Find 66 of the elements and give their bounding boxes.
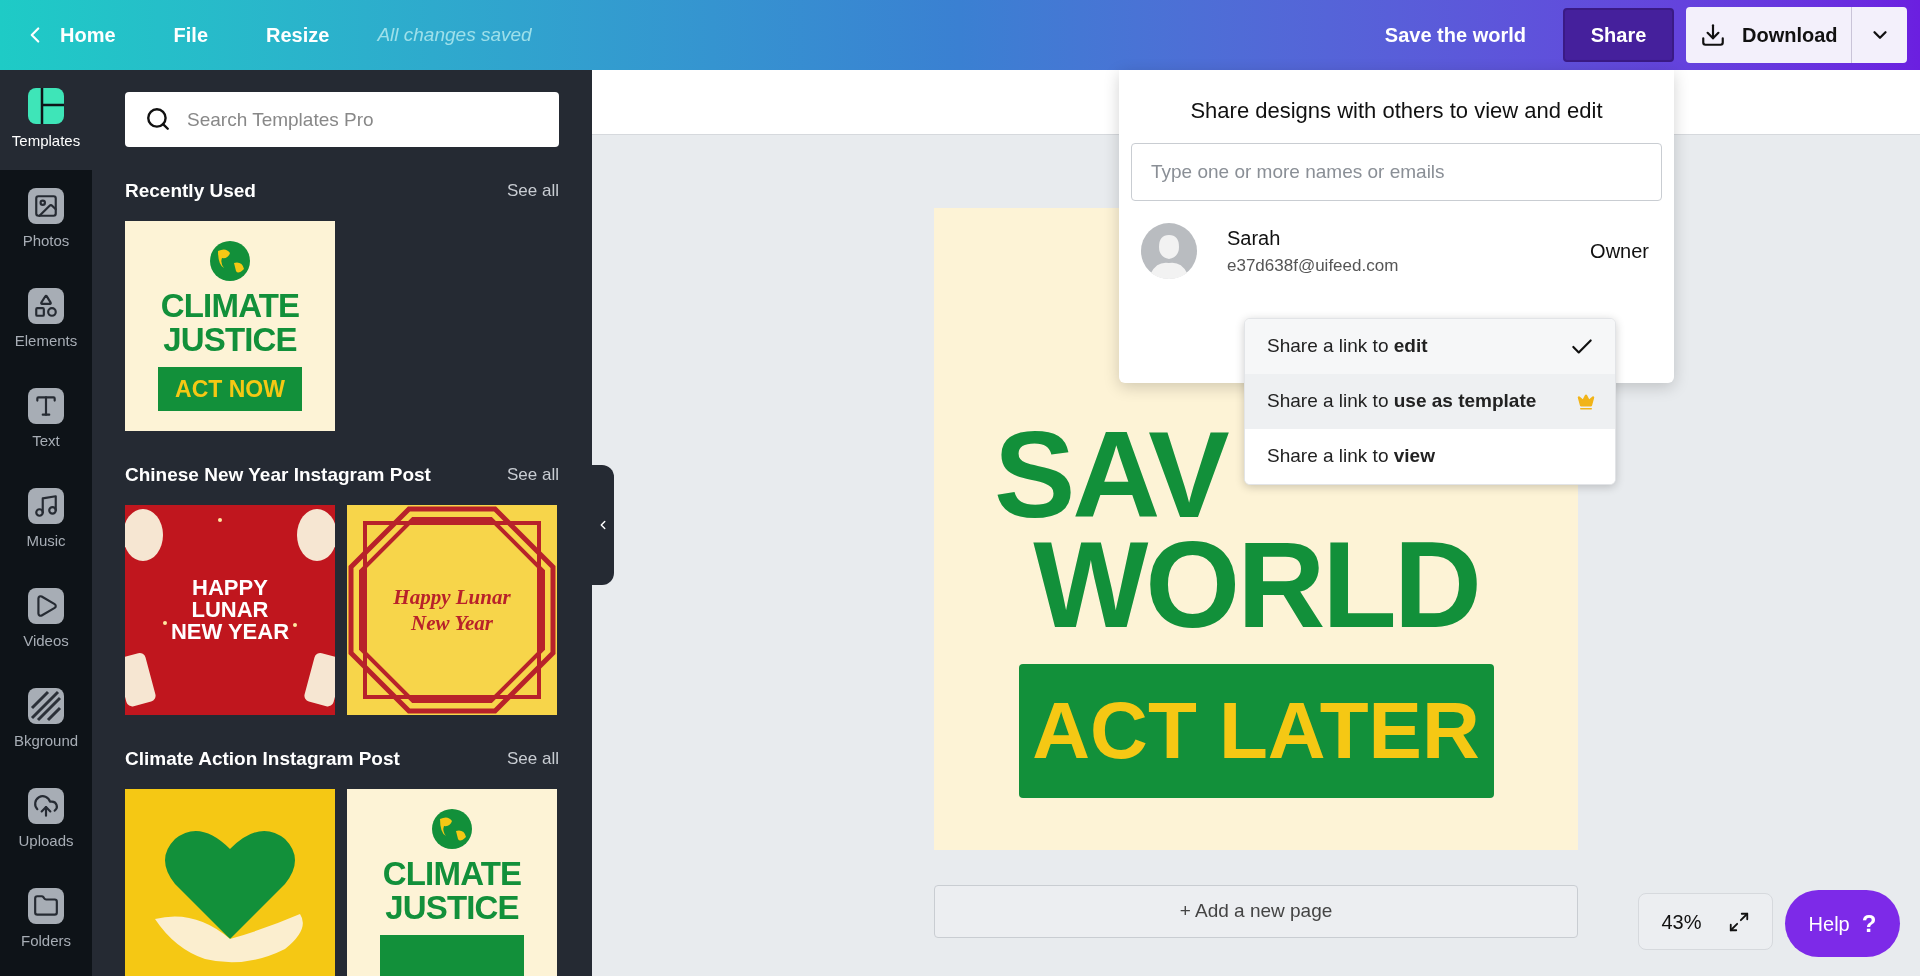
- template-headline: NEW YEAR: [170, 621, 290, 643]
- search-icon: [145, 106, 171, 132]
- section-title: Chinese New Year Instagram Post: [125, 462, 431, 487]
- rail-tab[interactable]: Folders: [0, 870, 92, 970]
- popup-heading: Share designs with others to view and edit: [1190, 97, 1603, 125]
- template-headline: Happy Lunar: [393, 584, 511, 610]
- rail-tab[interactable]: Music: [0, 470, 92, 570]
- download-button[interactable]: Download: [1686, 7, 1907, 63]
- text-icon: [28, 387, 64, 424]
- photo-icon: [28, 187, 64, 224]
- expand-icon: [1727, 910, 1750, 933]
- link-option[interactable]: Share a link to use as template: [1245, 374, 1615, 429]
- person-role: Owner: [1590, 239, 1649, 264]
- template-thumbnail[interactable]: [125, 789, 335, 976]
- section-title: Climate Action Instagram Post: [125, 746, 400, 771]
- see-all-link[interactable]: See all: [507, 746, 559, 772]
- see-all-link[interactable]: See all: [507, 462, 559, 488]
- download-icon: [1700, 22, 1726, 48]
- crown-icon: [1577, 392, 1595, 411]
- section-title: Recently Used: [125, 178, 256, 203]
- rail-tab[interactable]: Photos: [0, 170, 92, 270]
- template-headline: LUNAR: [191, 599, 269, 621]
- globe-icon: [210, 241, 250, 281]
- save-status: All changes saved: [377, 22, 532, 47]
- share-button[interactable]: Share: [1563, 8, 1674, 62]
- search-field[interactable]: Search Templates Pro: [125, 92, 559, 147]
- rail-tab[interactable]: Text: [0, 370, 92, 470]
- rail-tab[interactable]: Templates: [0, 70, 92, 170]
- template-headline: CLIMATE: [160, 289, 300, 323]
- design-banner: ACT LATER: [1018, 664, 1494, 798]
- template-banner: ACT NOW: [158, 367, 302, 411]
- design-title[interactable]: Save the world: [1384, 20, 1526, 50]
- rail-tab[interactable]: Elements: [0, 270, 92, 370]
- template-headline: JUSTICE: [163, 323, 297, 357]
- avatar-icon: [1141, 223, 1197, 279]
- play-icon: [28, 587, 64, 624]
- upload-icon: [28, 787, 64, 824]
- templates-icon: [28, 87, 64, 124]
- folder-icon: [28, 887, 64, 924]
- template-headline: JUSTICE: [385, 891, 519, 925]
- invite-field[interactable]: Type one or more names or emails: [1131, 143, 1662, 201]
- template-headline: HAPPY: [192, 577, 268, 599]
- rail-tab[interactable]: Videos: [0, 570, 92, 670]
- template-thumbnail[interactable]: CLIMATE JUSTICE ACT NOW: [125, 221, 335, 431]
- design-headline: WORLD: [1033, 530, 1479, 640]
- design-headline: SAV: [994, 420, 1227, 530]
- collapse-tab[interactable]: [592, 465, 614, 585]
- rail-tab[interactable]: Uploads: [0, 770, 92, 870]
- rail-tab[interactable]: Bkground: [0, 670, 92, 770]
- shapes-icon: [28, 287, 64, 324]
- add-page-button[interactable]: + Add a new page: [934, 885, 1578, 938]
- help-button[interactable]: Help ?: [1785, 890, 1900, 957]
- template-thumbnail[interactable]: Happy Lunar New Year: [347, 505, 557, 715]
- globe-icon: [432, 809, 472, 849]
- template-headline: New Year: [411, 610, 493, 636]
- person-email: e37d638f@uifeed.com: [1227, 255, 1400, 278]
- template-headline: CLIMATE: [382, 857, 522, 891]
- link-option[interactable]: Share a link to view: [1245, 429, 1615, 484]
- link-option[interactable]: Share a link to edit: [1245, 319, 1615, 374]
- zoom-control[interactable]: 43%: [1638, 893, 1773, 950]
- see-all-link[interactable]: See all: [507, 178, 559, 204]
- template-thumbnail[interactable]: CLIMATE JUSTICE: [347, 789, 557, 976]
- person-name: Sarah: [1227, 226, 1282, 252]
- template-thumbnail[interactable]: HAPPY LUNAR NEW YEAR: [125, 505, 335, 715]
- stripes-icon: [28, 687, 64, 724]
- music-icon: [28, 487, 64, 524]
